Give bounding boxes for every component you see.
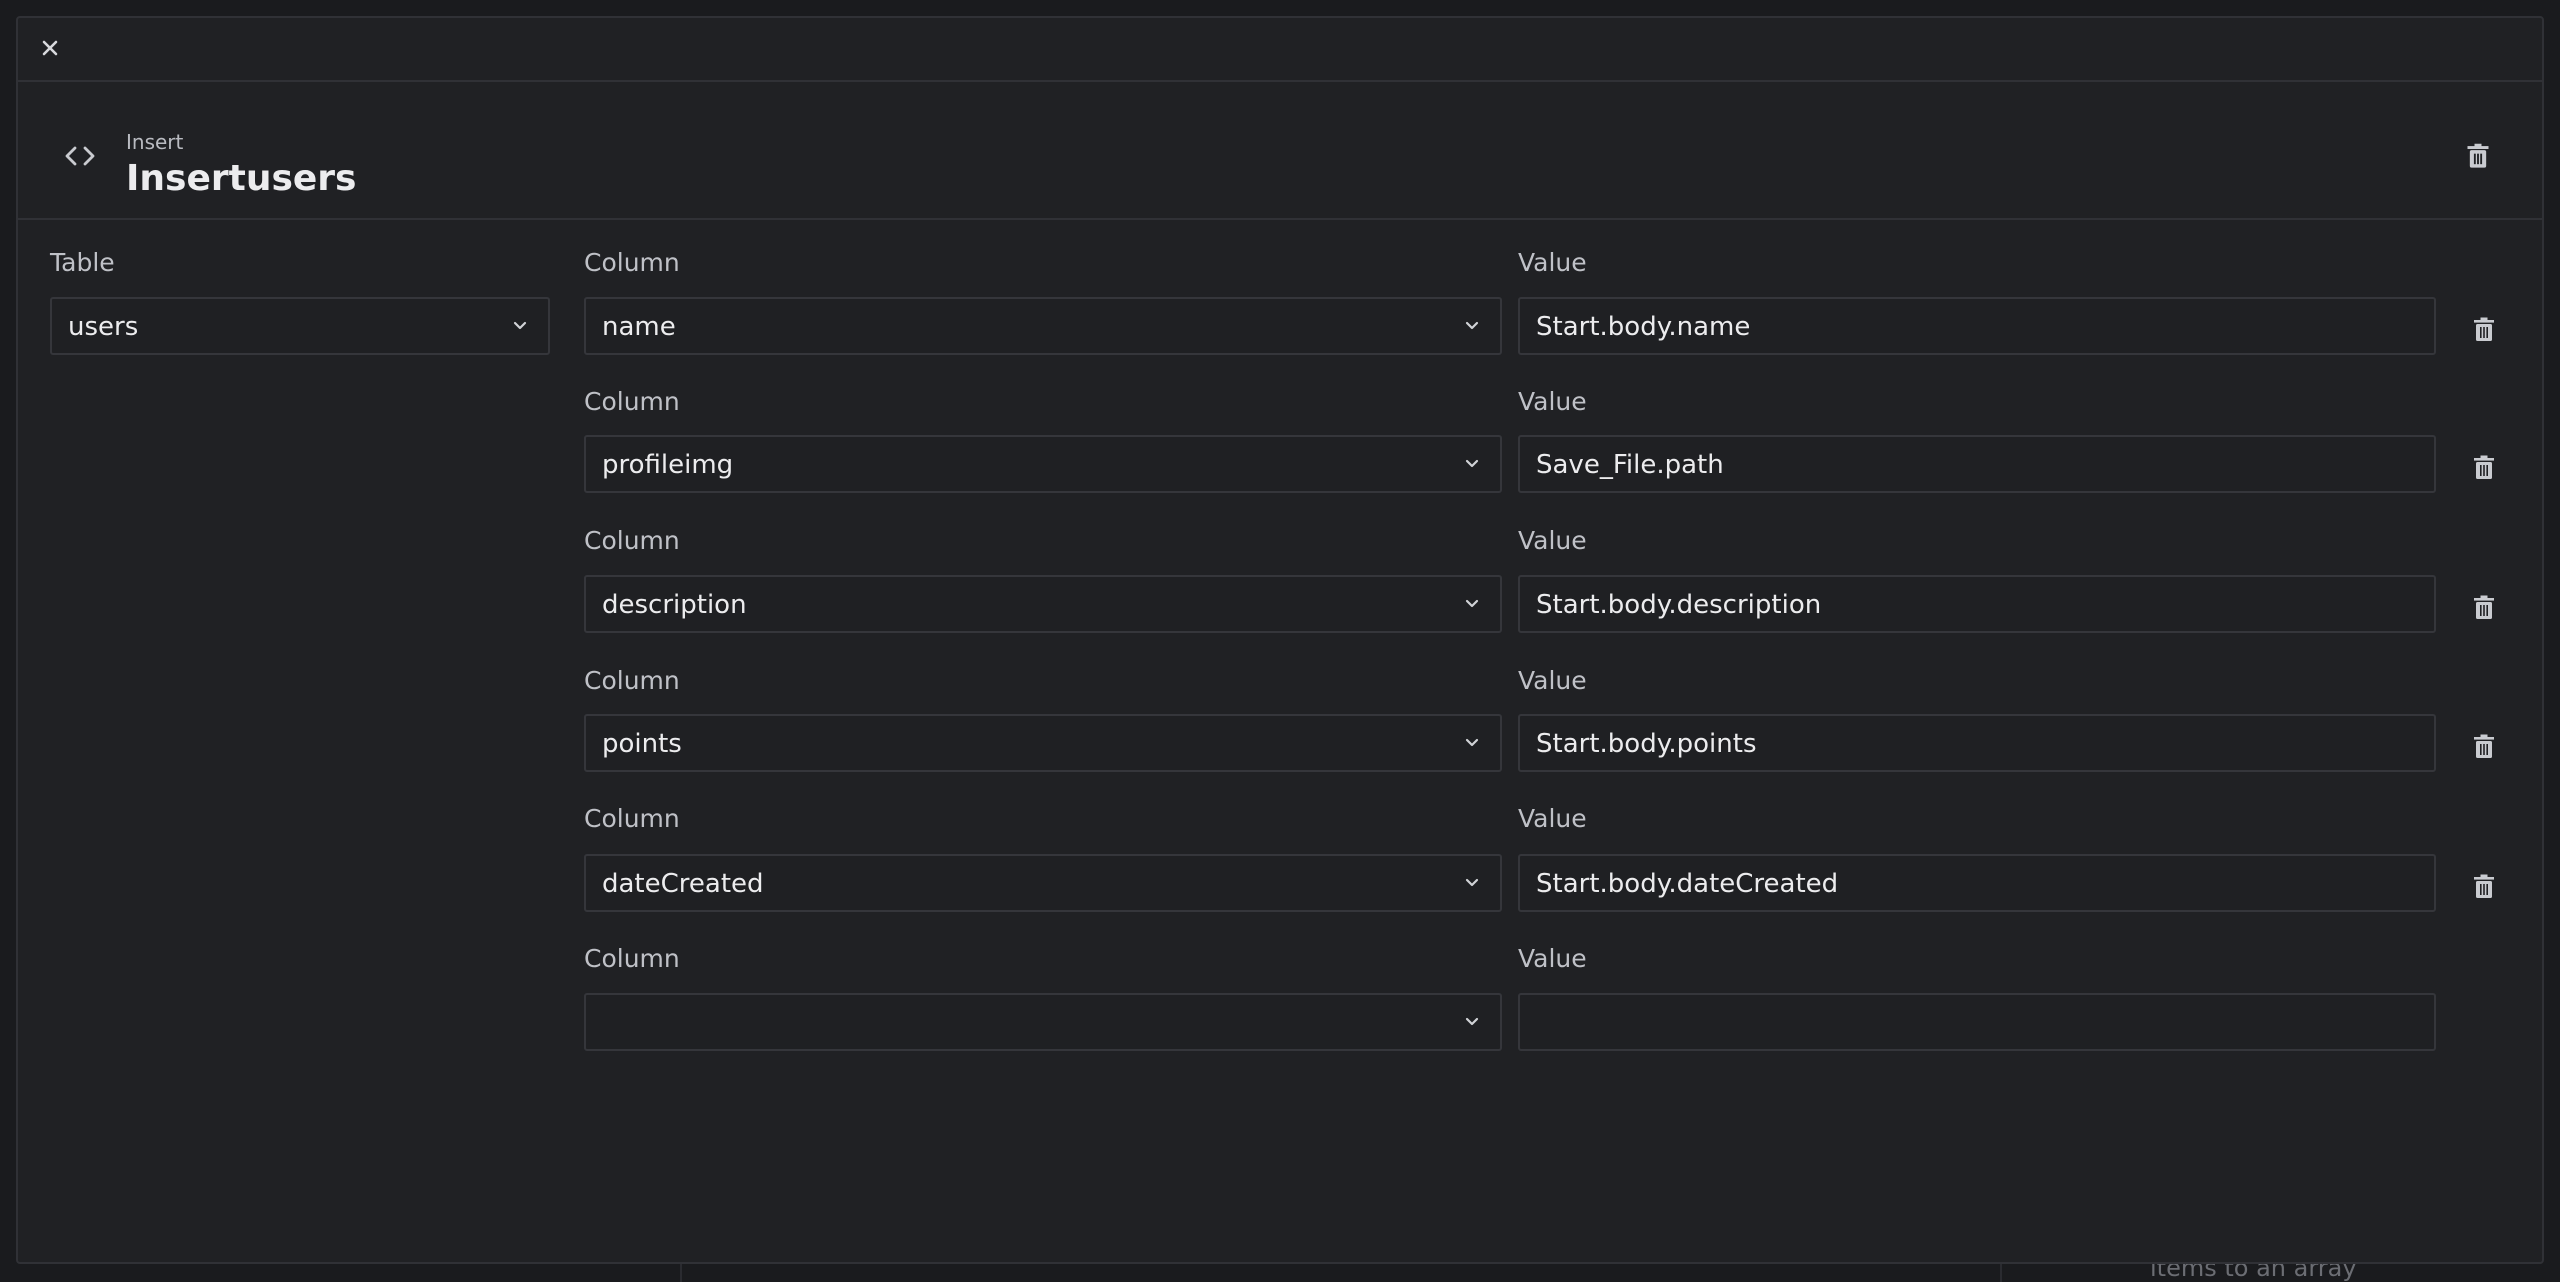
column-select[interactable]: profileimg: [584, 435, 1502, 493]
column-label: Column: [584, 944, 680, 973]
value-label: Value: [1518, 666, 1587, 695]
column-select-value: dateCreated: [602, 869, 764, 899]
trash-icon: [2474, 874, 2494, 898]
chevron-down-icon: [1465, 738, 1479, 747]
value-input[interactable]: [1518, 993, 2436, 1051]
delete-row-button[interactable]: [2472, 594, 2496, 620]
trash-icon: [2474, 595, 2494, 619]
delete-node-button[interactable]: [2464, 142, 2492, 170]
delete-row-button[interactable]: [2472, 873, 2496, 899]
value-label: Value: [1518, 944, 1587, 973]
trash-icon: [2474, 455, 2494, 479]
modal-header: Insert Insertusers: [18, 82, 2542, 220]
value-input-text: Start.body.description: [1536, 590, 1822, 620]
table-select-value: users: [68, 312, 139, 342]
column-label: Column: [584, 804, 680, 833]
trash-icon: [2474, 317, 2494, 341]
value-label: Value: [1518, 387, 1587, 416]
delete-row-button[interactable]: [2472, 454, 2496, 480]
close-icon: [42, 40, 58, 56]
value-input[interactable]: Start.body.points: [1518, 714, 2436, 772]
trash-icon: [2467, 143, 2489, 168]
value-label: Value: [1518, 248, 1587, 277]
column-select-value: profileimg: [602, 450, 734, 480]
column-select[interactable]: points: [584, 714, 1502, 772]
value-label: Value: [1518, 526, 1587, 555]
column-select[interactable]: name: [584, 297, 1502, 355]
column-select-value: points: [602, 729, 682, 759]
chevron-down-icon: [1465, 321, 1479, 330]
column-select[interactable]: description: [584, 575, 1502, 633]
node-type-label: Insert: [126, 130, 184, 154]
value-label: Value: [1518, 804, 1587, 833]
table-label: Table: [50, 248, 115, 277]
chevron-down-icon: [513, 321, 527, 330]
value-input-text: Start.body.name: [1536, 312, 1751, 342]
column-label: Column: [584, 387, 680, 416]
close-button[interactable]: [36, 34, 64, 62]
value-input[interactable]: Start.body.dateCreated: [1518, 854, 2436, 912]
column-select-value: name: [602, 312, 676, 342]
column-label: Column: [584, 248, 680, 277]
table-select[interactable]: users: [50, 297, 550, 355]
value-input-text: Start.body.dateCreated: [1536, 869, 1839, 899]
insert-modal: Insert Insertusers Table users Column Va…: [16, 16, 2544, 1264]
value-input[interactable]: Save_File.path: [1518, 435, 2436, 493]
trash-icon: [2474, 734, 2494, 758]
delete-row-button[interactable]: [2472, 316, 2496, 342]
column-label: Column: [584, 666, 680, 695]
chevron-down-icon: [1465, 1017, 1479, 1026]
value-input[interactable]: Start.body.name: [1518, 297, 2436, 355]
node-title: Insertusers: [126, 158, 357, 199]
delete-row-button[interactable]: [2472, 733, 2496, 759]
column-select[interactable]: [584, 993, 1502, 1051]
modal-topbar: [18, 18, 2542, 82]
code-icon: [65, 146, 95, 166]
column-select-value: description: [602, 590, 747, 620]
chevron-down-icon: [1465, 459, 1479, 468]
column-label: Column: [584, 526, 680, 555]
column-select[interactable]: dateCreated: [584, 854, 1502, 912]
value-input-text: Start.body.points: [1536, 729, 1757, 759]
value-input-text: Save_File.path: [1536, 450, 1724, 480]
background-divider: [680, 1262, 682, 1282]
chevron-down-icon: [1465, 599, 1479, 608]
background-divider: [2000, 1262, 2002, 1282]
chevron-down-icon: [1465, 878, 1479, 887]
value-input[interactable]: Start.body.description: [1518, 575, 2436, 633]
